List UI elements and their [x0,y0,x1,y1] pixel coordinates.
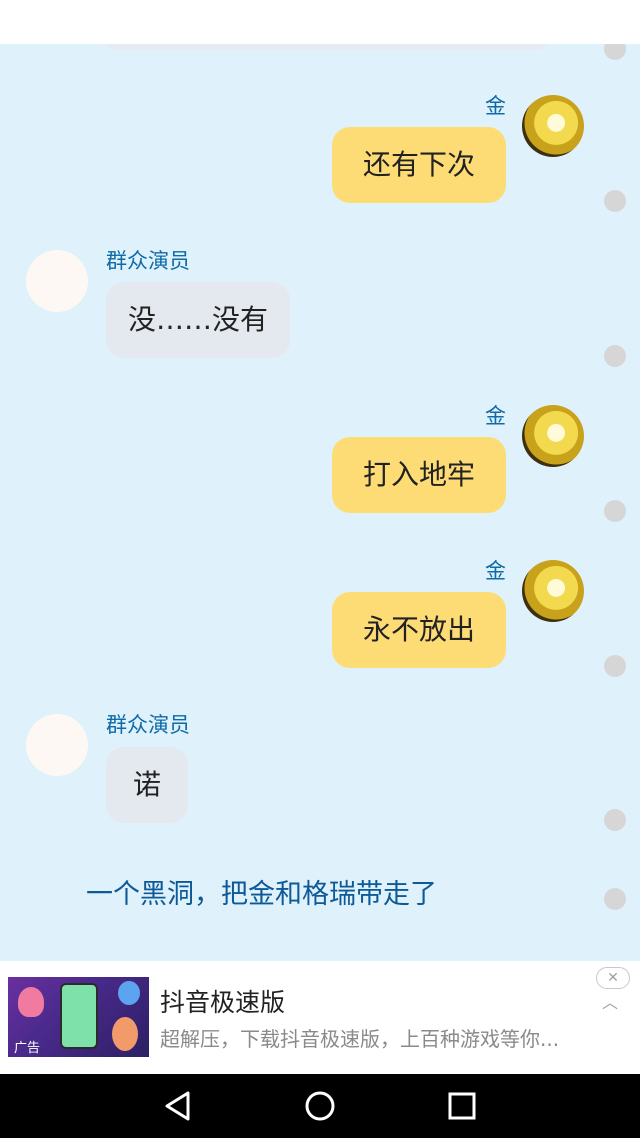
message-bubble[interactable]: 诺 [106,747,188,823]
sender-name: 金 [485,94,506,118]
character-illustration [18,987,44,1017]
ad-banner[interactable]: 广告 抖音极速版 超解压，下载抖音极速版，上百种游戏等你... ✕ ︿ [0,961,640,1074]
ad-description[interactable]: 超解压，下载抖音极速版，上百种游戏等你... [160,1023,590,1052]
chat-area[interactable]: 金 还有下次 群众演员 没……没有 金 打入地牢 金 永不放出 群众演员 诺 一… [0,44,640,961]
marker-dot [604,655,626,677]
ad-tag: 广告 [14,1041,41,1056]
blank-avatar[interactable] [26,714,88,776]
character-avatar[interactable] [522,95,584,157]
marker-dot [604,44,626,60]
character-illustration [112,1017,138,1051]
ad-thumbnail[interactable]: 广告 [8,977,149,1057]
chevron-up-icon[interactable]: ︿ [602,989,618,1013]
sender-name: 金 [485,559,506,583]
phone-illustration [60,983,98,1049]
system-nav-bar [0,1074,640,1138]
marker-dot [604,190,626,212]
home-circle-icon[interactable] [300,1086,340,1126]
previous-message-bubble [106,44,548,50]
sender-name: 群众演员 [106,249,190,273]
message-bubble[interactable]: 没……没有 [106,282,290,358]
character-illustration [118,981,140,1005]
close-icon[interactable]: ✕ [596,967,630,989]
back-triangle-icon[interactable] [158,1086,198,1126]
recents-square-icon[interactable] [442,1086,482,1126]
message-bubble[interactable]: 永不放出 [332,592,506,668]
narration-text: 一个黑洞，把金和格瑞带走了 [86,879,437,910]
marker-dot [604,500,626,522]
character-avatar[interactable] [522,560,584,622]
marker-dot [604,888,626,910]
blank-avatar[interactable] [26,250,88,312]
top-bar [0,0,640,44]
ad-title[interactable]: 抖音极速版 [160,983,285,1019]
character-avatar[interactable] [522,405,584,467]
sender-name: 群众演员 [106,713,190,737]
marker-dot [604,809,626,831]
message-bubble[interactable]: 还有下次 [332,127,506,203]
message-bubble[interactable]: 打入地牢 [332,437,506,513]
sender-name: 金 [485,404,506,428]
marker-dot [604,345,626,367]
